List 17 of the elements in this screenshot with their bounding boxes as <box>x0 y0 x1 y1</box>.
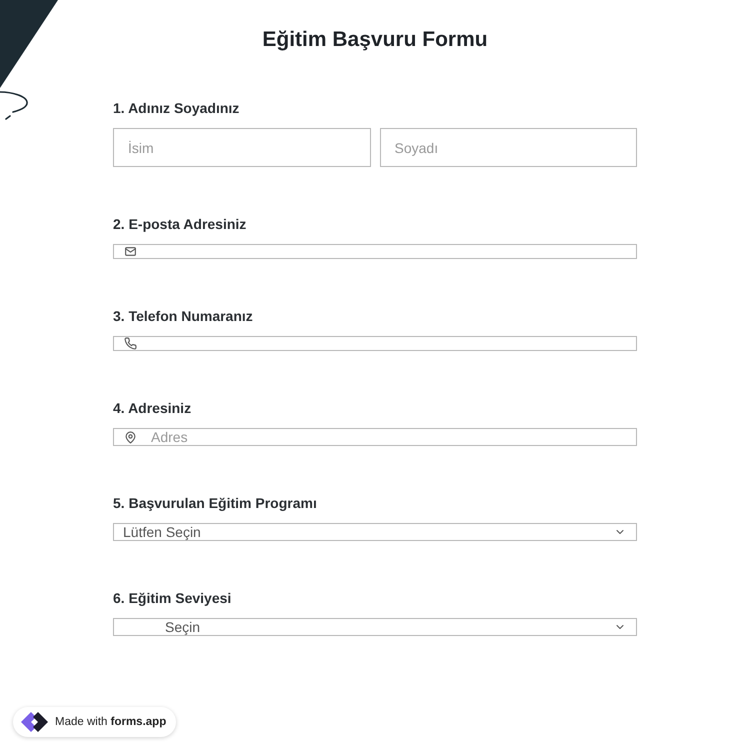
select-dropdown[interactable]: Seçin <box>113 618 637 636</box>
select-dropdown[interactable]: Lütfen Seçin <box>113 523 637 541</box>
form-title: Eğitim Başvuru Formu <box>262 28 488 52</box>
question-label: 4. Adresiniz <box>113 399 192 418</box>
location-pin-icon <box>124 430 137 444</box>
question-label: 1. Adınız Soyadınız <box>113 99 240 118</box>
question-label: 5. Başvurulan Eğitim Programı <box>113 494 318 513</box>
logo-icon <box>19 710 49 734</box>
email-field[interactable] <box>113 244 637 259</box>
question-label: 3. Telefon Numaranız <box>113 307 254 326</box>
phone-field[interactable] <box>113 336 637 351</box>
question-label: 2. E-posta Adresiniz <box>113 215 248 234</box>
badge-text: Made with forms.app <box>55 716 166 728</box>
made-with-badge[interactable]: Made with forms.app <box>13 707 176 737</box>
mail-icon <box>124 245 137 258</box>
phone-icon <box>124 337 137 350</box>
question-label: 6. Eğitim Seviyesi <box>113 589 232 608</box>
